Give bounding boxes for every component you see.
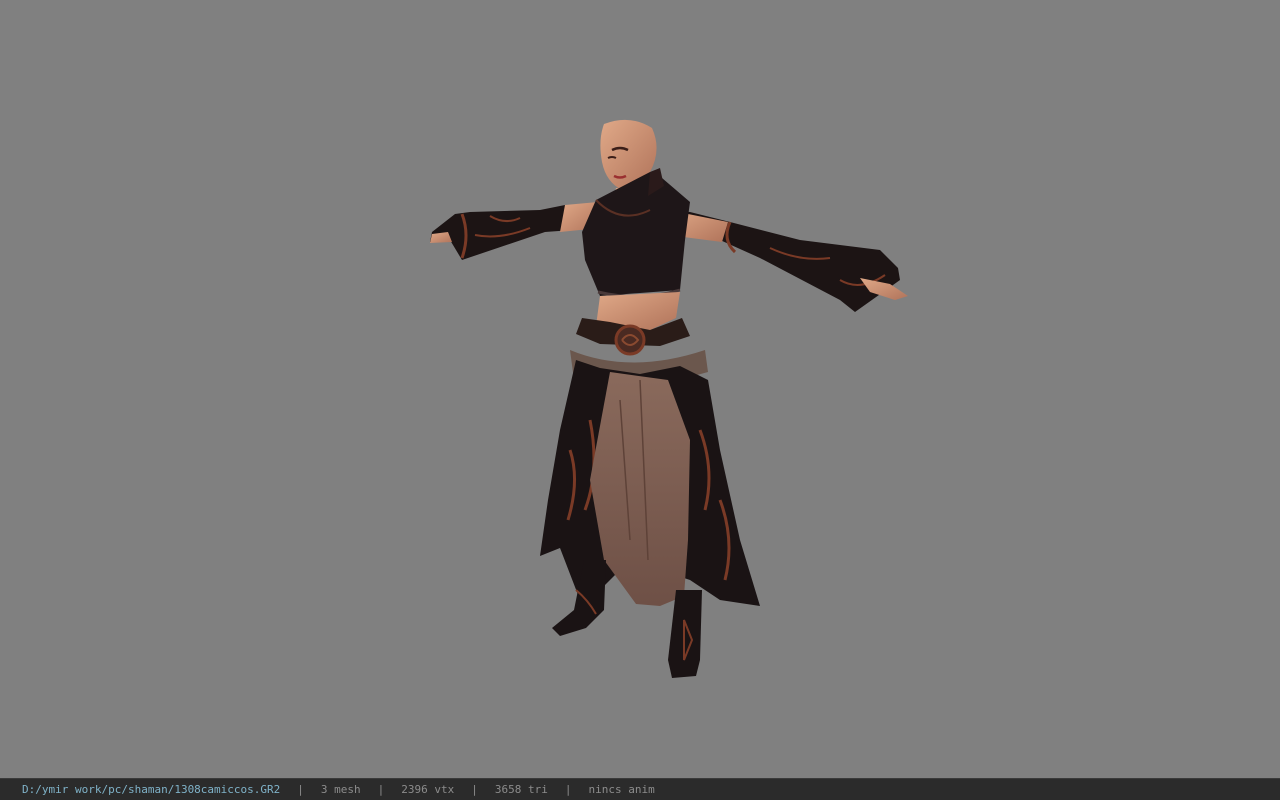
separator: | bbox=[471, 783, 478, 796]
triangle-count: 3658 tri bbox=[494, 783, 548, 796]
right-arm bbox=[668, 210, 908, 312]
torso bbox=[582, 168, 690, 330]
separator: | bbox=[377, 783, 385, 796]
status-bar: D:/ymir work/pc/shaman/1308camiccos.GR2 … bbox=[0, 778, 1280, 800]
mesh-count: 3 mesh bbox=[320, 783, 361, 796]
separator: | bbox=[564, 783, 572, 796]
animation-status: nincs anim bbox=[588, 783, 655, 796]
left-arm bbox=[430, 202, 600, 260]
vertex-count: 2396 vtx bbox=[401, 783, 455, 796]
character-model bbox=[430, 119, 908, 678]
file-path: D:/ymir work/pc/shaman/1308camiccos.GR2 bbox=[22, 783, 281, 796]
separator: | bbox=[297, 783, 304, 796]
skirt bbox=[540, 360, 760, 606]
3d-viewport[interactable] bbox=[0, 0, 1280, 778]
